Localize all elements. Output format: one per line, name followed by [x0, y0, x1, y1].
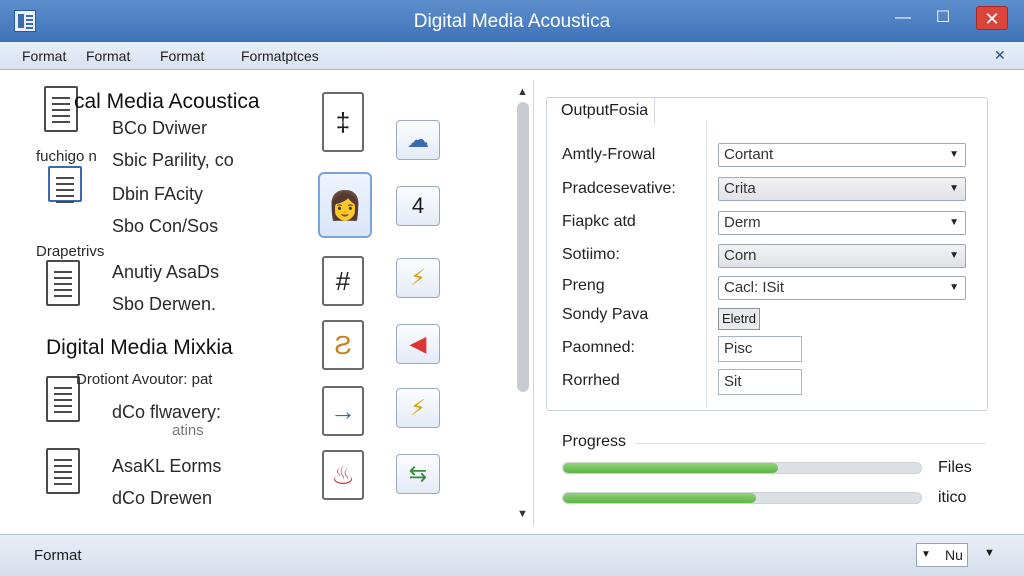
- dropdown-4[interactable]: Corn ▼: [718, 244, 966, 268]
- menu-item-format-2[interactable]: Format: [86, 48, 130, 64]
- dropdown-1[interactable]: Cortant ▼: [718, 143, 966, 167]
- flame-icon[interactable]: ♨: [322, 450, 364, 500]
- document-icon[interactable]: [46, 448, 80, 494]
- chevron-down-icon: ▼: [949, 183, 959, 194]
- menu-item-formatptces[interactable]: Formatptces: [241, 48, 319, 64]
- grid-icon[interactable]: #: [322, 256, 364, 306]
- chevron-down-icon: ▼: [949, 282, 959, 293]
- chevron-down-icon: ▼: [921, 549, 931, 560]
- title-bar: Digital Media Acoustica — ☐ ✕: [0, 0, 1024, 42]
- menu-close-icon[interactable]: ✕: [994, 47, 1006, 64]
- list-item[interactable]: Drotiont Avoutor: pat: [76, 371, 212, 388]
- list-item[interactable]: Drapetrivs: [36, 243, 104, 260]
- field-label: Fiapkc atd: [562, 213, 636, 230]
- maximize-button[interactable]: ☐: [928, 6, 958, 30]
- field-label: Preng: [562, 277, 605, 294]
- file-list-pane: [22, 80, 534, 526]
- lightning-icon[interactable]: ⚡: [396, 258, 440, 298]
- field-label: Sotiimo:: [562, 246, 620, 263]
- list-item[interactable]: Dbin FAcity: [112, 184, 203, 205]
- chevron-down-icon: ▼: [949, 149, 959, 160]
- progress-bar-secondary: [562, 492, 922, 504]
- dropdown-5[interactable]: Cacl: ISit ▼: [718, 276, 966, 300]
- chevron-down-icon: ▼: [949, 217, 959, 228]
- group-title: OutputFosia: [555, 98, 656, 124]
- scroll-up-icon[interactable]: ▲: [517, 86, 528, 98]
- list-item: atins: [172, 422, 204, 439]
- list-item[interactable]: dCo flwavery:: [112, 402, 221, 423]
- swap-icon[interactable]: ⇆: [396, 454, 440, 494]
- divider: [634, 443, 986, 444]
- status-select-value: Nu: [945, 547, 963, 563]
- progress-fill: [563, 493, 757, 503]
- user-icon: 👩: [327, 189, 363, 221]
- play-arrow-icon[interactable]: ◀: [396, 324, 440, 364]
- scroll-down-icon[interactable]: ▼: [517, 508, 528, 520]
- dropdown-value: Crita: [724, 180, 756, 197]
- field-label: Pradcesevative:: [562, 180, 676, 197]
- field-label: Paomned:: [562, 339, 635, 356]
- scroll-thumb[interactable]: [517, 102, 529, 392]
- minimize-button[interactable]: —: [888, 6, 918, 30]
- close-button[interactable]: ✕: [976, 6, 1008, 30]
- progress-title: Progress: [562, 433, 627, 450]
- dropdown-value: Cacl: ISit: [724, 279, 785, 296]
- tag-button[interactable]: Eletrd: [718, 308, 760, 330]
- list-item[interactable]: Sbo Derwen.: [112, 294, 216, 315]
- progress-fill: [563, 463, 778, 473]
- list-item[interactable]: AsaKL Eorms: [112, 456, 221, 477]
- window-title: Digital Media Acoustica: [413, 11, 611, 32]
- cloud-icon[interactable]: ☁: [396, 120, 440, 160]
- selected-user-thumbnail[interactable]: 👩: [318, 172, 372, 238]
- media-thumbnail[interactable]: ‡: [322, 92, 364, 152]
- document-icon[interactable]: [44, 86, 78, 132]
- dropdown-value: Cortant: [724, 146, 774, 163]
- menu-item-format-1[interactable]: Format: [22, 48, 66, 64]
- document-icon[interactable]: [46, 376, 80, 422]
- dropdown-2[interactable]: Crita ▼: [718, 177, 966, 201]
- list-item[interactable]: cal Media Acoustica: [74, 90, 260, 114]
- chevron-down-icon: ▼: [949, 250, 959, 261]
- list-item[interactable]: Sbic Parility, co: [112, 150, 234, 171]
- menu-bar: Format Format Format Formatptces ✕: [0, 42, 1024, 70]
- text-field[interactable]: Pisc: [718, 336, 802, 362]
- dropdown-3[interactable]: Derm ▼: [718, 211, 966, 235]
- progress-label: Files: [938, 459, 972, 476]
- list-item[interactable]: Digital Media Mixkia: [46, 336, 233, 360]
- text-field[interactable]: Sit: [718, 369, 802, 395]
- list-item[interactable]: Sbo Con/Sos: [112, 216, 218, 237]
- number-four-icon[interactable]: 4: [396, 186, 440, 226]
- list-item[interactable]: dCo Drewen: [112, 488, 212, 509]
- audio-file-icon[interactable]: Ƨ: [322, 320, 364, 370]
- document-icon[interactable]: [46, 260, 80, 306]
- forward-icon[interactable]: →: [322, 386, 364, 436]
- list-item[interactable]: fuchigo n: [36, 148, 97, 165]
- list-item[interactable]: BCo Dviwer: [112, 118, 207, 139]
- list-item[interactable]: Anutiy AsaDs: [112, 262, 219, 283]
- field-label: Rorrhed: [562, 372, 620, 389]
- progress-bar-files: [562, 462, 922, 474]
- status-text: Format: [34, 547, 82, 564]
- dropdown-value: Derm: [724, 214, 761, 231]
- image-file-icon[interactable]: [48, 166, 82, 202]
- chevron-down-icon[interactable]: ▼: [984, 547, 995, 559]
- progress-label: itico: [938, 489, 967, 506]
- lightning-icon[interactable]: ⚡: [396, 388, 440, 428]
- dropdown-value: Corn: [724, 247, 757, 264]
- vertical-scrollbar[interactable]: ▲ ▼: [514, 84, 532, 524]
- menu-item-format-3[interactable]: Format: [160, 48, 204, 64]
- status-bar: Format ▼ Nu ▼: [0, 534, 1024, 576]
- divider: [706, 120, 707, 408]
- status-select[interactable]: ▼ Nu: [916, 543, 968, 567]
- field-label: Sondy Pava: [562, 306, 649, 323]
- field-label: Amtly-Frowal: [562, 146, 656, 163]
